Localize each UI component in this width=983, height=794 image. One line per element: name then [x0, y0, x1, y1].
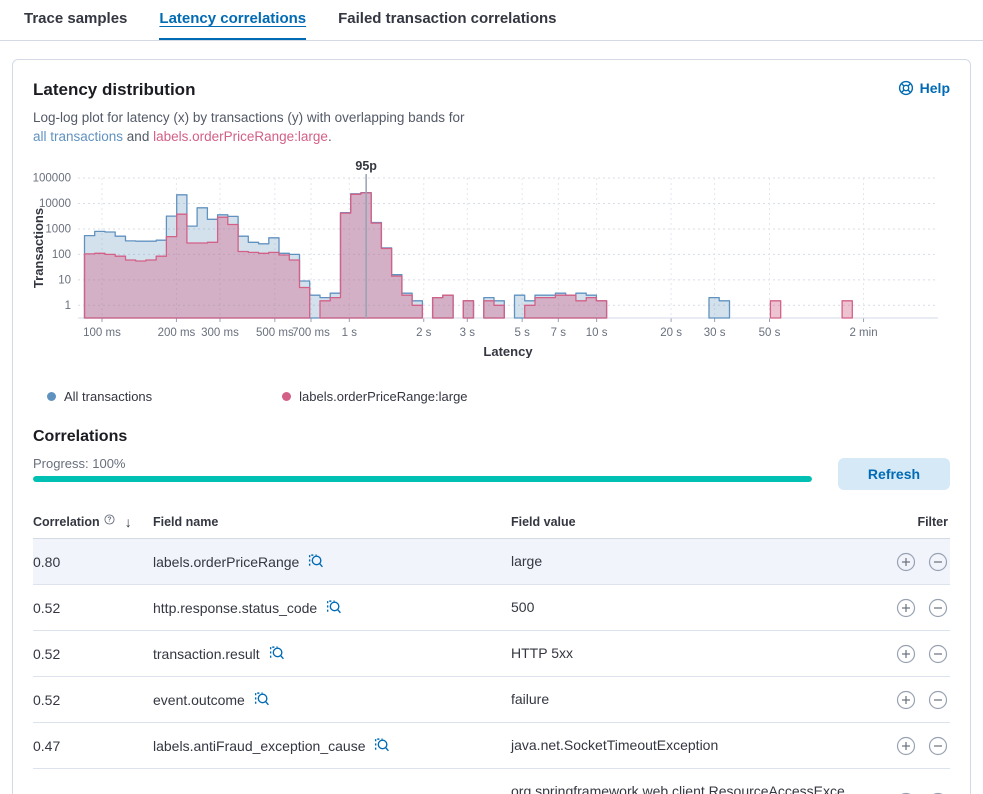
svg-text:5 s: 5 s [515, 327, 531, 339]
filter-exclude-button[interactable] [928, 552, 948, 572]
field-name: transaction.result [153, 646, 260, 662]
filter-exclude-button[interactable] [928, 690, 948, 710]
inspect-field-icon[interactable] [373, 737, 390, 754]
table-row: 0.47labels.antiFraud_exception_cause java… [33, 723, 950, 769]
filter-include-button[interactable] [896, 736, 916, 756]
filter-exclude-button[interactable] [928, 736, 948, 756]
svg-text:3 s: 3 s [460, 327, 476, 339]
svg-text:200 ms: 200 ms [158, 327, 196, 339]
chart-description-line1: Log-log plot for latency (x) by transact… [33, 108, 950, 127]
svg-text:100000: 100000 [33, 173, 71, 185]
filter-exclude-button[interactable] [928, 598, 948, 618]
column-field-name: Field name [153, 515, 511, 529]
correlations-heading: Correlations [33, 428, 950, 446]
field-value: org.springframework.web.client.ResourceA… [511, 781, 858, 794]
panel-title: Latency distribution [33, 80, 195, 100]
table-row: 0.52transaction.result HTTP 5xx [33, 631, 950, 677]
table-header: Correlation ? ↓ Field name Field value F… [33, 508, 950, 539]
svg-text:2 s: 2 s [416, 327, 432, 339]
svg-text:50 s: 50 s [759, 327, 781, 339]
svg-text:1000: 1000 [45, 223, 71, 235]
filter-include-button[interactable] [896, 598, 916, 618]
table-row: 0.47labels.antiFraud_exceptionorg.spring… [33, 769, 950, 794]
correlation-header-label: Correlation [33, 515, 100, 529]
svg-text:2 min: 2 min [849, 327, 877, 339]
svg-text:1: 1 [65, 300, 71, 312]
period-text: . [328, 129, 332, 144]
and-text: and [123, 129, 153, 144]
svg-text:100: 100 [52, 249, 71, 261]
correlation-value: 0.52 [33, 692, 153, 708]
question-in-circle-icon[interactable]: ? [104, 514, 115, 525]
progress-bar [33, 476, 812, 482]
svg-text:10: 10 [58, 274, 71, 286]
field-name: labels.antiFraud_exception_cause [153, 738, 365, 754]
svg-text:300 ms: 300 ms [201, 327, 239, 339]
latency-correlations-panel: Latency distribution Help Log-log plot f… [12, 59, 971, 794]
legend-dot-blue [47, 392, 56, 401]
refresh-button[interactable]: Refresh [838, 458, 950, 490]
svg-text:10 s: 10 s [586, 327, 608, 339]
table-row: 0.80labels.orderPriceRange large [33, 539, 950, 585]
svg-text:100 ms: 100 ms [83, 327, 121, 339]
chart-description: Log-log plot for latency (x) by transact… [33, 108, 950, 146]
field-value: HTTP 5xx [511, 643, 858, 664]
tab-trace-samples[interactable]: Trace samples [24, 10, 127, 40]
table-row: 0.52event.outcome failure [33, 677, 950, 723]
svg-text:?: ? [107, 516, 111, 523]
svg-text:1 s: 1 s [342, 327, 358, 339]
inspect-field-icon[interactable] [253, 691, 270, 708]
svg-text:30 s: 30 s [704, 327, 726, 339]
progress-label: Progress: 100% [33, 456, 812, 471]
svg-text:20 s: 20 s [660, 327, 682, 339]
inspect-field-icon[interactable] [325, 599, 342, 616]
sort-descending-icon: ↓ [125, 514, 132, 530]
svg-text:95p: 95p [355, 160, 377, 173]
chart-legend: All transactions labels.orderPriceRange:… [47, 389, 950, 404]
progress-row: Progress: 100% Refresh [33, 456, 950, 490]
field-name: event.outcome [153, 692, 245, 708]
field-name: labels.orderPriceRange [153, 554, 299, 570]
correlation-value: 0.47 [33, 738, 153, 754]
help-link[interactable]: Help [898, 80, 950, 96]
correlation-value: 0.52 [33, 600, 153, 616]
help-icon [898, 80, 914, 96]
field-value: java.net.SocketTimeoutException [511, 735, 858, 756]
legend-all-transactions[interactable]: All transactions [47, 389, 152, 404]
correlation-value: 0.52 [33, 646, 153, 662]
legend-dot-pink [282, 392, 291, 401]
tab-latency-correlations[interactable]: Latency correlations [159, 10, 306, 40]
tabs-bar: Trace samples Latency correlations Faile… [0, 0, 983, 41]
table-row: 0.52http.response.status_code 500 [33, 585, 950, 631]
svg-text:500 ms: 500 ms [256, 327, 294, 339]
filter-include-button[interactable] [896, 552, 916, 572]
legend-order-price-range[interactable]: labels.orderPriceRange:large [282, 389, 467, 404]
filter-exclude-button[interactable] [928, 644, 948, 664]
svg-text:Latency: Latency [483, 344, 533, 358]
column-field-value: Field value [511, 515, 858, 529]
column-filter: Filter [858, 515, 950, 529]
tab-failed-transaction-correlations[interactable]: Failed transaction correlations [338, 10, 556, 40]
field-value: large [511, 551, 858, 572]
filter-include-button[interactable] [896, 644, 916, 664]
legend-label: labels.orderPriceRange:large [299, 389, 467, 404]
inspect-field-icon[interactable] [307, 553, 324, 570]
latency-distribution-chart[interactable]: 110100100010000100000100 ms200 ms300 ms5… [33, 160, 950, 363]
field-name: http.response.status_code [153, 600, 317, 616]
order-price-range-link[interactable]: labels.orderPriceRange:large [153, 129, 328, 144]
inspect-field-icon[interactable] [268, 645, 285, 662]
correlation-value: 0.80 [33, 554, 153, 570]
field-value: failure [511, 689, 858, 710]
help-label: Help [920, 80, 950, 96]
chart-description-line2: all transactions and labels.orderPriceRa… [33, 127, 950, 146]
column-correlation[interactable]: Correlation ? ↓ [33, 514, 153, 530]
legend-label: All transactions [64, 389, 152, 404]
filter-include-button[interactable] [896, 690, 916, 710]
correlations-table: Correlation ? ↓ Field name Field value F… [33, 508, 950, 794]
svg-text:700 ms: 700 ms [292, 327, 330, 339]
svg-text:7 s: 7 s [551, 327, 567, 339]
field-value: 500 [511, 597, 858, 618]
all-transactions-link[interactable]: all transactions [33, 129, 123, 144]
svg-text:Transactions: Transactions [33, 208, 46, 288]
